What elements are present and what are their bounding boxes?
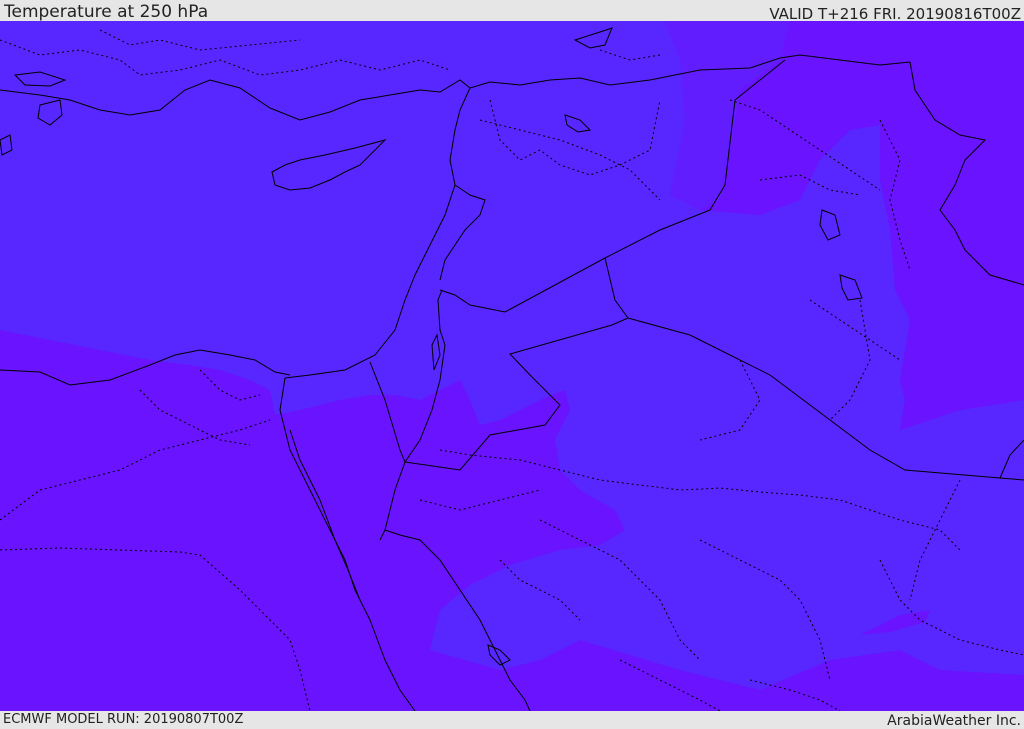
header-bar: Temperature at 250 hPa VALID T+216 FRI. … [0,0,1024,23]
weather-map[interactable] [0,21,1024,711]
map-canvas [0,21,1024,711]
map-title: Temperature at 250 hPa [4,2,209,22]
credit-label: ArabiaWeather Inc. [887,713,1021,729]
model-run-label: ECMWF MODEL RUN: 20190807T00Z [3,712,244,727]
footer-bar: ECMWF MODEL RUN: 20190807T00Z ArabiaWeat… [0,711,1024,729]
